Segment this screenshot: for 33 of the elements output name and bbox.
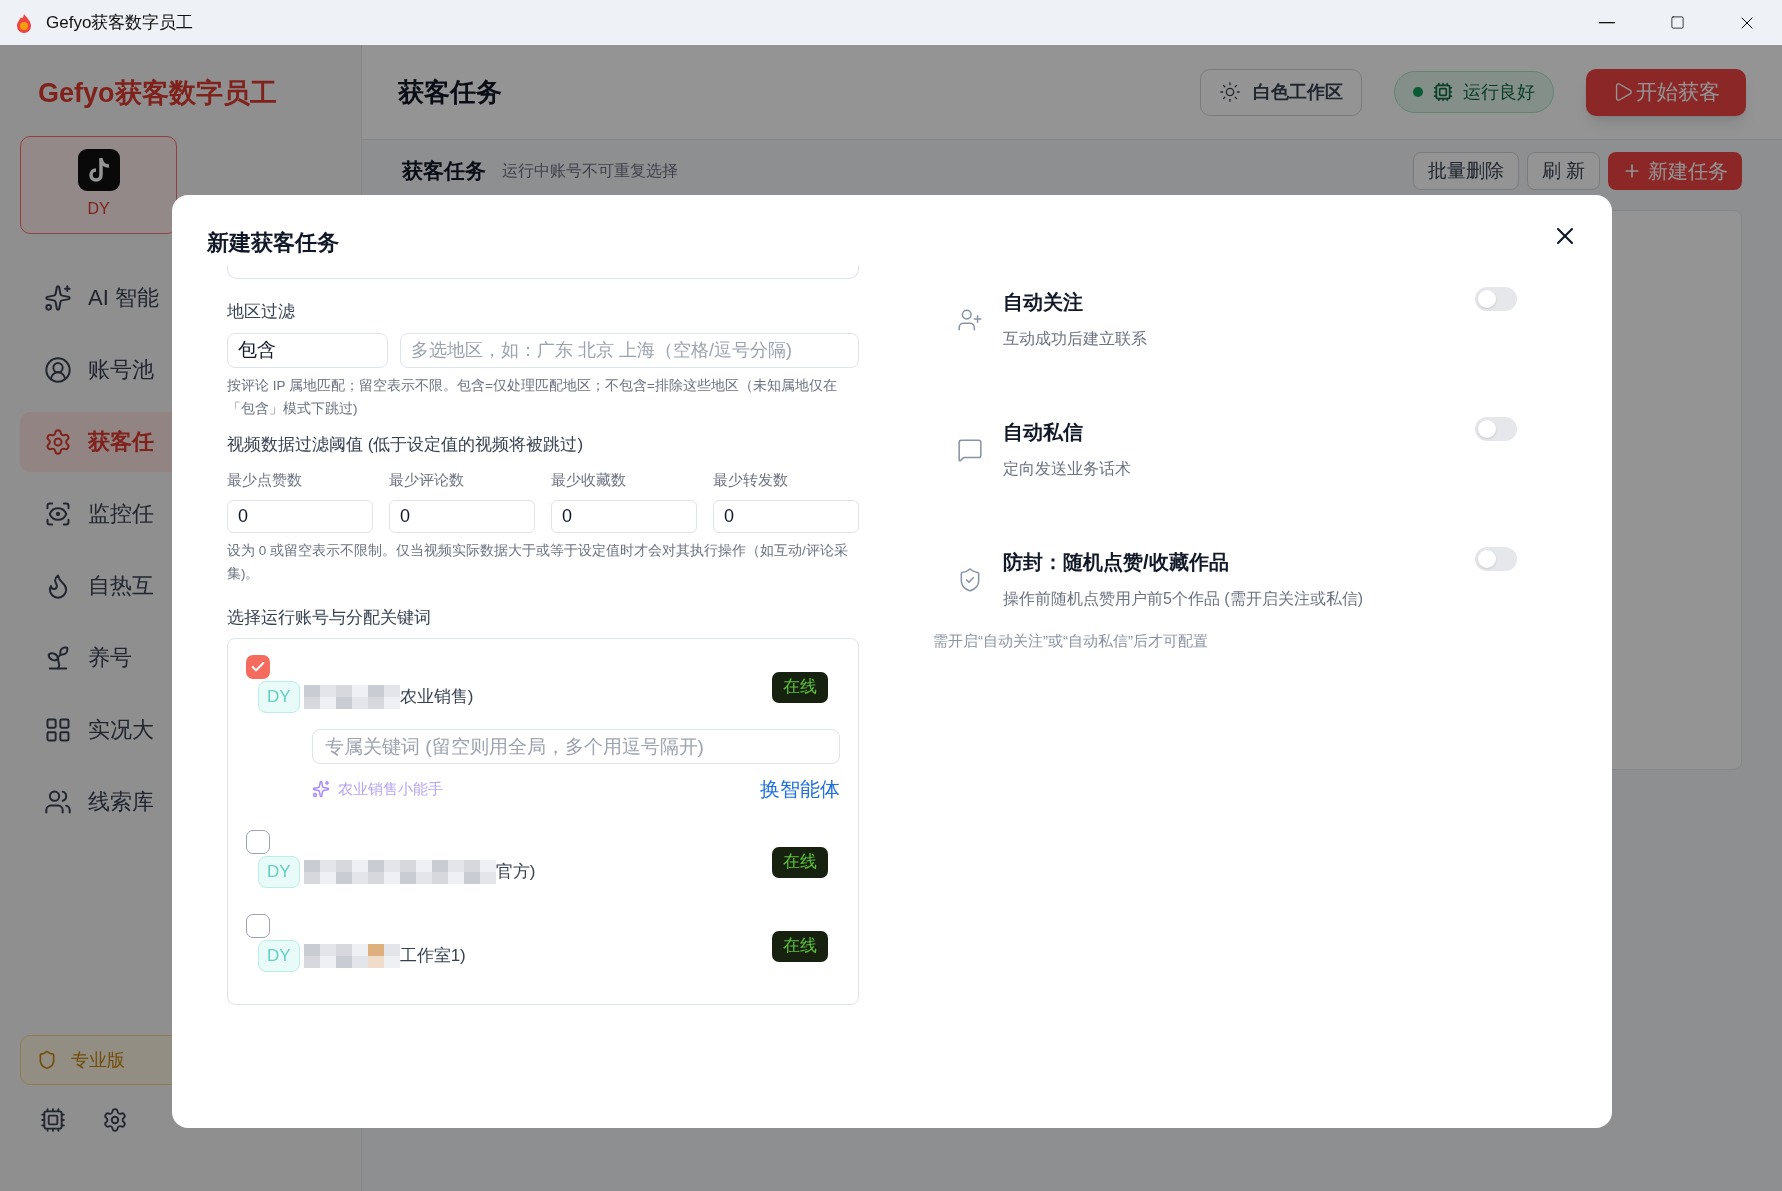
option-title: 防封：随机点赞/收藏作品 — [1003, 550, 1230, 575]
agent-name: 农业销售小能手 — [338, 778, 443, 799]
account-name: 农业销售) — [399, 686, 474, 709]
brand-title: Gefyo获客数字员工 — [38, 77, 278, 110]
field-label: 最少评论数 — [389, 470, 465, 490]
section-title: 获客任务 — [402, 158, 486, 185]
option-title: 自动关注 — [1003, 290, 1084, 315]
status-badge: 在线 — [772, 846, 828, 878]
option-title: 自动私信 — [1003, 420, 1084, 445]
status-badge: 在线 — [772, 930, 828, 962]
option-description: 定向发送业务话术 — [1003, 459, 1131, 479]
platform-tag: DY — [258, 940, 300, 972]
status-badge: 在线 — [772, 671, 828, 703]
platform-tag: DY — [258, 681, 300, 713]
platform-tag: DY — [258, 856, 300, 888]
status-pill: 运行良好 — [1394, 71, 1554, 113]
field-label: 选择运行账号与分配关键词 — [227, 606, 432, 629]
option-description: 互动成功后建立联系 — [1003, 329, 1147, 349]
field-label: 最少收藏数 — [551, 470, 627, 490]
hint-text: 设为 0 或留空表示不限制。仅当视频实际数据大于或等于设定值时才会对其执行操作（如互动/评论采集)。 — [227, 541, 849, 583]
page-title: 获客任务 — [398, 75, 502, 109]
field-label: 地区过滤 — [227, 301, 296, 323]
window-title: Gefyo获客数字员工 — [46, 11, 194, 34]
dialog-title: 新建获客任务 — [207, 229, 339, 257]
option-description: 操作前随机点赞用户前5个作品 (需开启关注或私信) — [1003, 589, 1363, 609]
account-name: 工作室1) — [399, 945, 466, 968]
hint-text: 按评论 IP 属地匹配；留空表示不限。包含=仅处理匹配地区；不包含=排除这些地区（未知属地仅在「包含」模式下跳过) — [227, 376, 838, 418]
section-subtitle: 运行中账号不可重复选择 — [502, 161, 678, 181]
field-label: 最少转发数 — [713, 470, 789, 490]
note-text: 需开启“自动关注”或“自动私信”后才可配置 — [933, 631, 1209, 651]
account-name: 官方) — [495, 861, 536, 884]
field-label: 最少点赞数 — [227, 470, 303, 490]
field-label: 视频数据过滤阈值 (低于设定值的视频将被跳过) — [227, 433, 585, 456]
